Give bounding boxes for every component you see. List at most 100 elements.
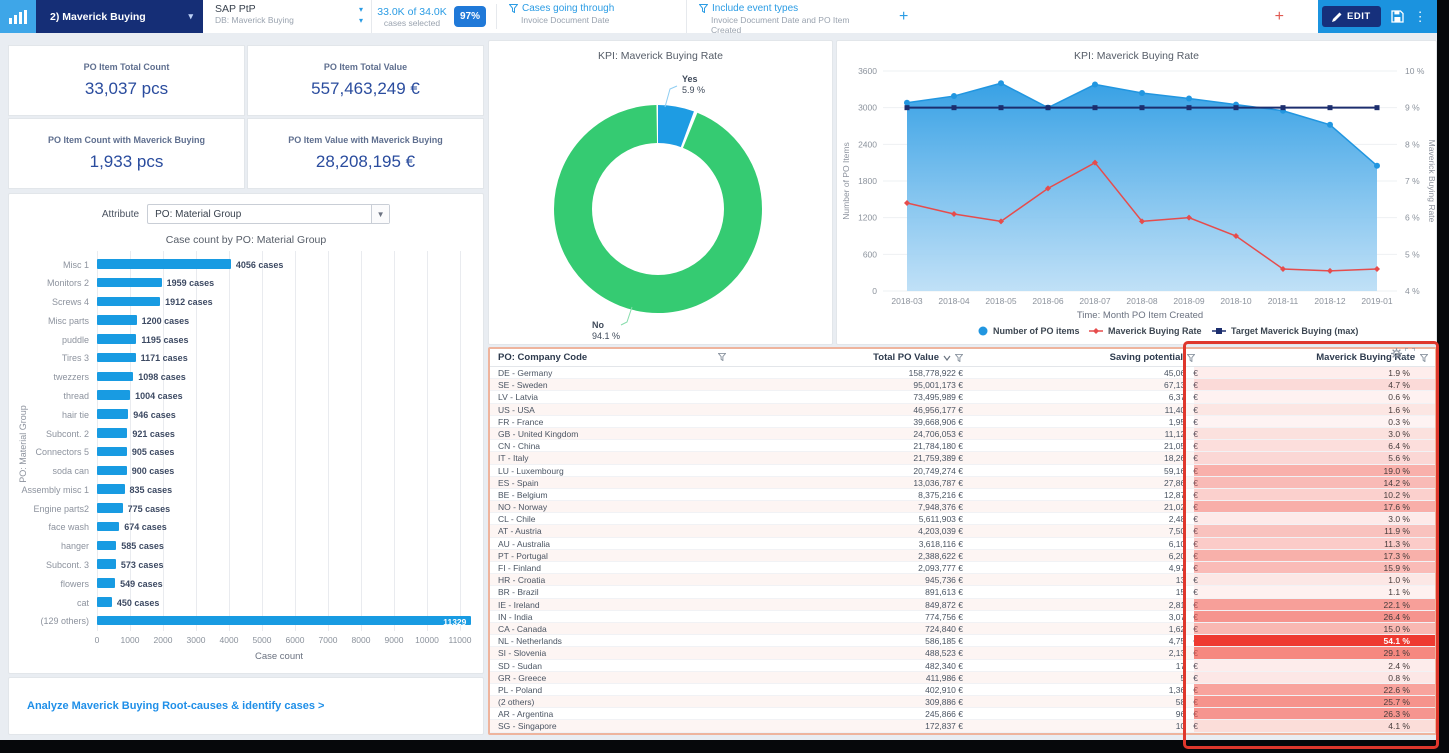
- save-button[interactable]: [1391, 10, 1404, 23]
- analysis-selector[interactable]: 2) Maverick Buying ▾: [36, 0, 203, 33]
- chip-title: Include event types: [712, 3, 798, 14]
- table-row[interactable]: CL - Chile5,611,903 €2,48€3.0 %: [490, 513, 1435, 525]
- cell-maverick-buying-rate: 10.2 %: [1384, 489, 1410, 501]
- bar[interactable]: [97, 409, 128, 419]
- column-header-total-po-value[interactable]: Total PO Value: [873, 352, 963, 363]
- table-row[interactable]: CA - Canada724,840 €1,62€15.0 %: [490, 623, 1435, 635]
- donut-slice-no[interactable]: [573, 124, 743, 294]
- table-row[interactable]: LU - Luxembourg20,749,274 €59,16€19.0 %: [490, 465, 1435, 477]
- bar[interactable]: [97, 334, 136, 344]
- table-row[interactable]: AU - Australia3,618,116 €6,10€11.3 %: [490, 538, 1435, 550]
- table-row[interactable]: AR - Argentina245,866 €96€26.3 %: [490, 708, 1435, 720]
- add-filter-button[interactable]: +: [885, 8, 922, 26]
- app-logo[interactable]: [0, 0, 36, 33]
- table-row[interactable]: CN - China21,784,180 €21,05€6.4 %: [490, 440, 1435, 452]
- bar[interactable]: [97, 466, 127, 476]
- bar[interactable]: [97, 447, 127, 457]
- cell-company-code: GR - Greece: [498, 672, 546, 684]
- table-row[interactable]: GR - Greece411,986 €5€0.8 %: [490, 672, 1435, 684]
- bar[interactable]: [97, 390, 130, 400]
- column-header-company-code[interactable]: PO: Company Code: [498, 352, 587, 363]
- table-row[interactable]: SG - Singapore172,837 €10€4.1 %: [490, 720, 1435, 732]
- table-row[interactable]: BR - Brazil891,613 €15€1.1 %: [490, 586, 1435, 598]
- gridline: [295, 251, 296, 631]
- bar[interactable]: [97, 616, 471, 626]
- cell-maverick-buying-rate: 5.6 %: [1388, 452, 1410, 464]
- chevron-down-icon: ▾: [188, 11, 193, 22]
- bar-value-label: 1004 cases: [135, 391, 183, 401]
- filter-chip-cases-going-through[interactable]: Cases going through Invoice Document Dat…: [497, 0, 687, 33]
- cell-total-po-value: 95,001,173 €: [913, 379, 963, 391]
- cell-total-po-value: 20,749,274 €: [913, 465, 963, 477]
- cell-maverick-buying-rate: 26.3 %: [1384, 708, 1410, 720]
- cell-total-po-value: 411,986 €: [926, 672, 963, 684]
- table-row[interactable]: IT - Italy21,759,389 €18,26€5.6 %: [490, 452, 1435, 464]
- bar[interactable]: [97, 428, 127, 438]
- bar[interactable]: [97, 559, 116, 569]
- bar[interactable]: [97, 259, 231, 269]
- bar[interactable]: [97, 297, 160, 307]
- bar[interactable]: [97, 541, 116, 551]
- bar-value-label: 1959 cases: [167, 278, 215, 288]
- table-row[interactable]: (2 others)309,886 €58€25.7 %: [490, 696, 1435, 708]
- add-sheet-button[interactable]: +: [1275, 8, 1284, 26]
- cell-saving-potential: 67,13€: [1164, 379, 1198, 391]
- table-row[interactable]: PL - Poland402,910 €1,36€22.6 %: [490, 684, 1435, 696]
- table-row[interactable]: DE - Germany158,778,922 €45,06€1.9 %: [490, 367, 1435, 379]
- more-options-button[interactable]: ⋮: [1414, 9, 1427, 25]
- table-row[interactable]: IN - India774,756 €3,07€26.4 %: [490, 611, 1435, 623]
- column-header-saving-potential[interactable]: Saving potential: [1110, 352, 1195, 363]
- table-row[interactable]: NO - Norway7,948,376 €21,02€17.6 %: [490, 501, 1435, 513]
- table-row[interactable]: AT - Austria4,203,039 €7,50€11.9 %: [490, 525, 1435, 537]
- table-row[interactable]: FI - Finland2,093,777 €4,97€15.9 %: [490, 562, 1435, 574]
- cell-total-po-value: 774,756 €: [925, 611, 963, 623]
- cell-company-code: AU - Australia: [498, 538, 550, 550]
- table-row[interactable]: SD - Sudan482,340 €17€2.4 %: [490, 660, 1435, 672]
- edit-button[interactable]: EDIT: [1322, 6, 1381, 27]
- table-row[interactable]: SI - Slovenia488,523 €2,13€29.1 %: [490, 647, 1435, 659]
- filter-funnel-icon[interactable]: [718, 353, 726, 364]
- datamodel-subtitle: DB: Maverick Buying: [215, 15, 294, 25]
- table-row[interactable]: HR - Croatia945,736 €13€1.0 %: [490, 574, 1435, 586]
- bar-value-label: 905 cases: [132, 447, 175, 457]
- bar[interactable]: [97, 353, 136, 363]
- table-row[interactable]: PT - Portugal2,388,622 €6,20€17.3 %: [490, 550, 1435, 562]
- bar[interactable]: [97, 522, 119, 532]
- chevron-down-icon: ▾: [359, 5, 363, 14]
- bar[interactable]: [97, 503, 123, 513]
- dashboard-app: 2) Maverick Buying ▾ SAP PtP ▾ DB: Maver…: [0, 0, 1437, 740]
- cell-maverick-buying-rate: 14.2 %: [1384, 477, 1410, 489]
- svg-text:1200: 1200: [858, 213, 877, 223]
- bar[interactable]: [97, 315, 137, 325]
- po-items-area[interactable]: [907, 83, 1377, 291]
- table-row[interactable]: ES - Spain13,036,787 €27,86€14.2 %: [490, 477, 1435, 489]
- cell-company-code: SD - Sudan: [498, 660, 542, 672]
- cases-percentage-badge[interactable]: 97%: [454, 6, 486, 27]
- bar-value-label: 1098 cases: [138, 372, 186, 382]
- cell-company-code: IN - India: [498, 611, 533, 623]
- table-row[interactable]: US - USA46,956,177 €11,40€1.6 %: [490, 404, 1435, 416]
- table-row[interactable]: SE - Sweden95,001,173 €67,13€4.7 %: [490, 379, 1435, 391]
- svg-text:2400: 2400: [858, 139, 877, 149]
- bar[interactable]: [97, 278, 162, 288]
- bar[interactable]: [97, 372, 133, 382]
- bar[interactable]: [97, 578, 115, 588]
- bar[interactable]: [97, 597, 112, 607]
- table-row[interactable]: BE - Belgium8,375,216 €12,87€10.2 %: [490, 489, 1435, 501]
- kpi-value: 33,037 pcs: [85, 79, 168, 99]
- cell-company-code: CN - China: [498, 440, 540, 452]
- table-row[interactable]: GB - United Kingdom24,706,053 €11,12€3.0…: [490, 428, 1435, 440]
- table-row[interactable]: IE - Ireland849,872 €2,81€22.1 %: [490, 599, 1435, 611]
- table-row[interactable]: NL - Netherlands586,185 €4,75€54.1 %: [490, 635, 1435, 647]
- donut-chart-title: KPI: Maverick Buying Rate: [489, 50, 832, 62]
- svg-text:3000: 3000: [858, 103, 877, 113]
- datamodel-selector[interactable]: SAP PtP ▾ DB: Maverick Buying ▾: [203, 0, 372, 33]
- bar-value-label: 835 cases: [130, 485, 173, 495]
- filter-chip-include-event-types[interactable]: Include event types Invoice Document Dat…: [687, 0, 885, 33]
- table-row[interactable]: FR - France39,668,906 €1,95€0.3 %: [490, 416, 1435, 428]
- gridline: [361, 251, 362, 631]
- cell-maverick-buying-rate: 6.4 %: [1388, 440, 1410, 452]
- table-row[interactable]: LV - Latvia73,495,989 €6,37€0.6 %: [490, 391, 1435, 403]
- bar[interactable]: [97, 484, 125, 494]
- analyze-root-causes-link[interactable]: Analyze Maverick Buying Root-causes & id…: [9, 700, 324, 712]
